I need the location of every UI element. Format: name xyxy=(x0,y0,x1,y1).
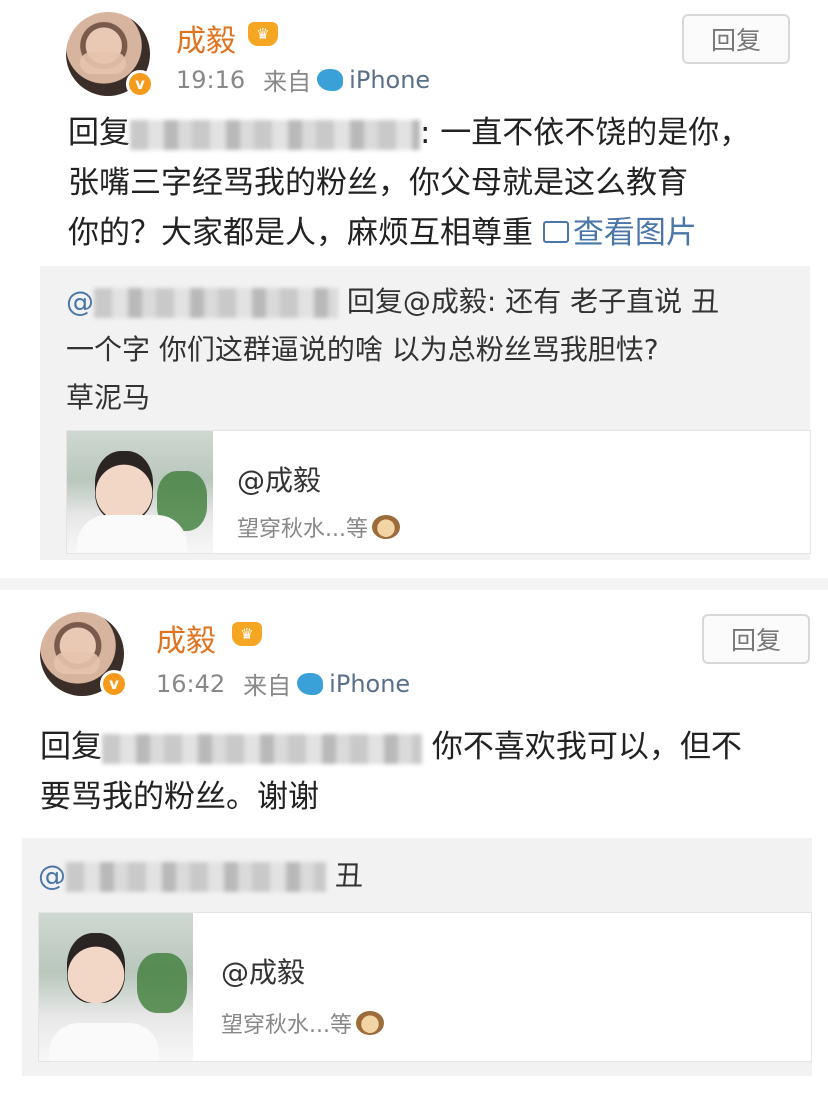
card-title: @成毅 xyxy=(221,956,306,989)
image-icon xyxy=(542,220,569,243)
comment-card-1: v 成毅 ♛ 19:16 来自 iPhone 回复 回复 : 一直不依不饶的是你，… xyxy=(0,0,828,578)
verified-badge-icon: v xyxy=(100,670,128,698)
username[interactable]: 成毅 xyxy=(176,16,236,60)
blurred-username xyxy=(94,288,338,318)
weibo-whale-icon xyxy=(317,68,344,91)
verified-badge-icon: v xyxy=(126,70,154,98)
quote-line-1: 回复@成毅: 还有 老子直说 丑 xyxy=(346,285,720,318)
body-line-2: 要骂我的粉丝。谢谢 xyxy=(40,779,319,815)
source-prefix: 来自 xyxy=(263,68,312,96)
quote-at: @ xyxy=(38,859,66,892)
weibo-whale-icon xyxy=(297,672,324,695)
avatar[interactable]: v xyxy=(40,612,128,698)
body-line-1: : 一直不依不饶的是你， xyxy=(420,115,751,151)
quote-line-2: 一个字 你们这群逼说的啥 以为总粉丝骂我胆怯? xyxy=(66,333,659,366)
card-thumbnail xyxy=(39,913,193,1061)
device-name: iPhone xyxy=(329,669,411,698)
reply-prefix: 回复 xyxy=(40,729,102,765)
reply-prefix: 回复 xyxy=(68,115,130,151)
reply-button[interactable]: 回复 xyxy=(702,614,810,664)
device-name: iPhone xyxy=(349,65,431,94)
reply-button[interactable]: 回复 xyxy=(682,14,790,64)
card-thumbnail xyxy=(67,431,213,553)
link-card[interactable]: @成毅 望穿秋水...等 xyxy=(66,430,811,554)
blurred-username xyxy=(66,862,326,892)
username[interactable]: 成毅 xyxy=(156,616,216,660)
crown-icon: ♛ xyxy=(248,22,278,46)
dog-emoji-icon xyxy=(371,515,400,539)
quote-line-3: 草泥马 xyxy=(66,381,151,414)
card-subtitle: 望穿秋水...等 xyxy=(221,1007,384,1039)
comment-body: 回复 你不喜欢我可以，但不 要骂我的粉丝。谢谢 xyxy=(40,722,810,822)
blurred-username xyxy=(130,119,420,150)
quoted-comment[interactable]: @ 丑 @成毅 望穿秋水...等 xyxy=(22,838,812,1076)
quote-line-1: 丑 xyxy=(334,859,363,892)
comment-card-2: v 成毅 ♛ 16:42 来自 iPhone 回复 回复 你不喜欢我可以，但不 … xyxy=(0,590,828,1093)
crown-icon: ♛ xyxy=(232,622,262,646)
card-subtitle: 望穿秋水...等 xyxy=(237,511,400,543)
body-line-3: 你的？大家都是人，麻烦互相尊重 xyxy=(68,215,533,251)
body-line-2: 张嘴三字经骂我的粉丝，你父母就是这么教育 xyxy=(68,165,688,201)
dog-emoji-icon xyxy=(355,1011,384,1035)
post-meta: 16:42 来自 iPhone xyxy=(156,666,410,701)
source-prefix: 来自 xyxy=(243,672,292,700)
card-title: @成毅 xyxy=(237,464,322,497)
blurred-username xyxy=(102,733,422,764)
comment-body: 回复 : 一直不依不饶的是你， 张嘴三字经骂我的粉丝，你父母就是这么教育 你的？大… xyxy=(68,108,788,258)
quote-text: @ 丑 xyxy=(38,852,798,900)
body-line-1: 你不喜欢我可以，但不 xyxy=(422,729,742,765)
post-time: 19:16 xyxy=(176,65,246,94)
link-card[interactable]: @成毅 望穿秋水...等 xyxy=(38,912,812,1062)
view-image-link[interactable]: 查看图片 xyxy=(542,215,697,251)
quoted-comment[interactable]: @ 回复@成毅: 还有 老子直说 丑 一个字 你们这群逼说的啥 以为总粉丝骂我胆… xyxy=(40,266,811,560)
avatar[interactable]: v xyxy=(66,12,154,98)
quote-text: @ 回复@成毅: 还有 老子直说 丑 一个字 你们这群逼说的啥 以为总粉丝骂我胆… xyxy=(66,278,796,422)
post-meta: 19:16 来自 iPhone xyxy=(176,62,430,97)
post-time: 16:42 xyxy=(156,669,226,698)
quote-at: @ xyxy=(66,285,94,318)
